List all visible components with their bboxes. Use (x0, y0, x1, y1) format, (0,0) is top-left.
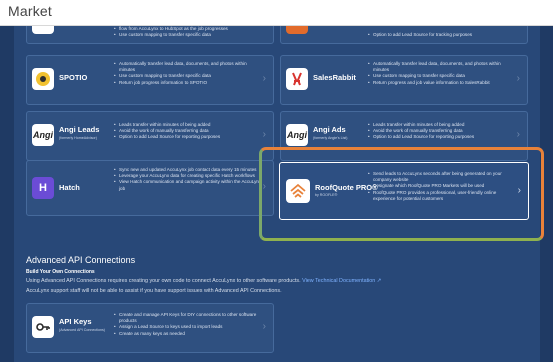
chevron-right-icon[interactable]: › (263, 322, 266, 332)
bullet: Return job progress information to SPOTI… (114, 80, 264, 86)
support-note: AccuLynx support staff will not be able … (26, 288, 282, 294)
card-bullets: Leads transfer within minutes of being a… (114, 122, 264, 141)
integration-card-spotio[interactable]: SPOTIO Automatically transfer lead data,… (26, 55, 274, 105)
card-bullets: Automatically transfer lead data, docume… (114, 61, 264, 86)
section-description: Using Advanced API Connections requires … (26, 278, 381, 284)
salesrabbit-logo-icon (286, 68, 308, 90)
api-key-logo-icon (32, 316, 54, 338)
chevron-right-icon[interactable]: › (517, 74, 520, 84)
chevron-right-icon[interactable]: › (263, 130, 266, 140)
description-text: Using Advanced API Connections requires … (26, 278, 301, 284)
card-bullets: Create and manage API Keys for DIY conne… (114, 312, 264, 337)
bullet: View Hatch communication and campaign ac… (114, 179, 264, 191)
card-bullets: Send leads to AccuLynx seconds after bei… (368, 171, 518, 202)
card-name: SPOTIO (59, 73, 88, 82)
window-title: Market (8, 3, 52, 19)
integration-card-top-right[interactable]: Option to add Lead Source for tracking p… (280, 25, 528, 44)
roofquote-logo-icon (286, 179, 310, 203)
bullet: Option to add Lead Source for reporting … (114, 134, 264, 140)
bullet: Option to add Lead Source for reporting … (368, 134, 518, 140)
technical-docs-link[interactable]: View Technical Documentation ↗ (302, 278, 381, 284)
card-name: API Keys (59, 317, 92, 326)
card-name: Angi Leads (59, 125, 100, 134)
hatch-logo-icon: H (32, 177, 54, 199)
chevron-right-icon[interactable]: › (263, 74, 266, 84)
integration-card-api-keys[interactable]: API Keys (Advanced API Connections) Crea… (26, 303, 274, 353)
card-bullets: Automatically transfer lead data, docume… (368, 61, 518, 86)
section-subtitle: Build Your Own Connections (26, 269, 95, 275)
angi-logo-icon: Angi (32, 124, 54, 146)
bullet: Automatically transfer lead data, docume… (114, 61, 264, 73)
bullet: Automatically transfer lead data, docume… (368, 61, 518, 73)
angi-logo-icon: Angi (286, 124, 308, 146)
card-bullets: Option to add Lead Source for tracking p… (368, 32, 518, 38)
card-bullets: Sync new and updated AccuLynx job contac… (114, 167, 264, 192)
market-content: flow from AccuLynx to HubSpot as the job… (0, 25, 553, 362)
card-subtitle: by ROOFLE® (315, 193, 338, 197)
integration-card-hatch[interactable]: H Hatch Sync new and updated AccuLynx jo… (26, 160, 274, 216)
chevron-right-icon[interactable]: › (517, 130, 520, 140)
card-name: Hatch (59, 183, 80, 192)
section-title: Advanced API Connections (26, 255, 136, 265)
integration-logo-icon (286, 25, 308, 34)
bullet: Create as many keys as needed (114, 331, 264, 337)
card-bullets: flow from AccuLynx to HubSpot as the job… (114, 26, 264, 39)
integration-card-angi-leads[interactable]: Angi Angi Leads (formerly HomeAdvisor) L… (26, 111, 274, 161)
card-subtitle: (formerly Angie's List) (313, 136, 348, 140)
bullet: Option to add Lead Source for tracking p… (368, 32, 518, 38)
integration-card-roofquote[interactable]: RoofQuote PRO® by ROOFLE® Send leads to … (279, 162, 529, 220)
spotio-logo-icon (32, 68, 54, 90)
bullet: Use custom mapping to transfer specific … (114, 32, 264, 38)
integration-card-salesrabbit[interactable]: SalesRabbit Automatically transfer lead … (280, 55, 528, 105)
chevron-right-icon[interactable]: › (518, 186, 521, 196)
bullet: RoofQuote PRO provides a professional, u… (368, 190, 518, 202)
card-bullets: Leads transfer within minutes of being a… (368, 122, 518, 141)
window-header: Market (0, 0, 553, 26)
bullet: Send leads to AccuLynx seconds after bei… (368, 171, 518, 183)
hubspot-logo-icon (32, 25, 54, 34)
bullet: Return progress and job value informatio… (368, 80, 518, 86)
integration-card-hubspot[interactable]: flow from AccuLynx to HubSpot as the job… (26, 25, 274, 44)
card-name: SalesRabbit (313, 73, 356, 82)
card-name: Angi Ads (313, 125, 346, 134)
bullet: Create and manage API Keys for DIY conne… (114, 312, 264, 324)
card-subtitle: (Advanced API Connections) (59, 328, 105, 332)
card-subtitle: (formerly HomeAdvisor) (59, 136, 97, 140)
